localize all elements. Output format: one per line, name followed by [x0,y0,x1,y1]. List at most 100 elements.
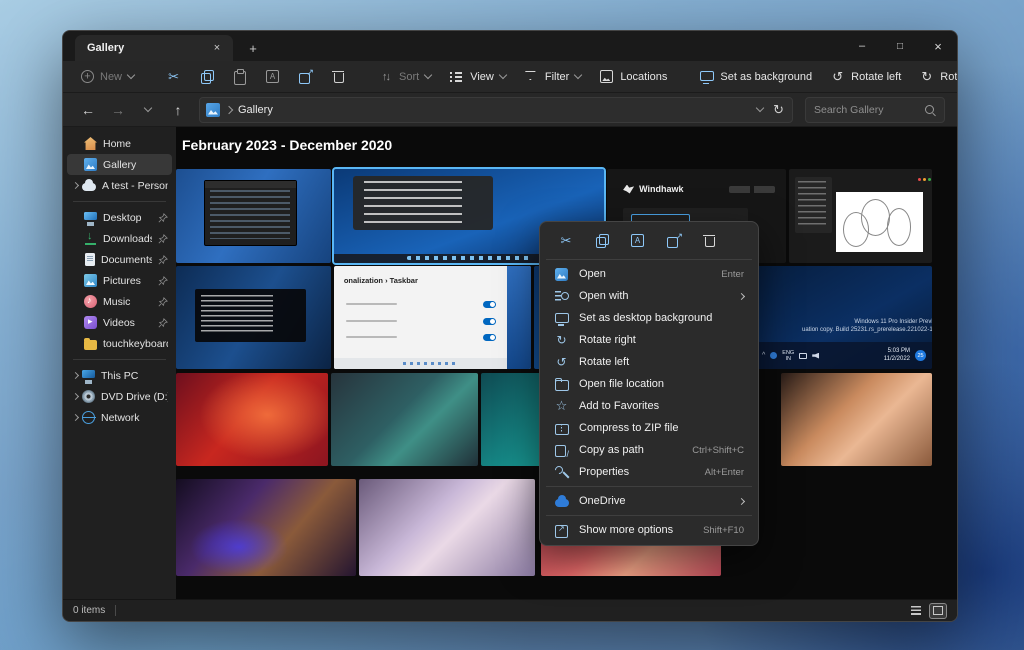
status-divider [115,605,116,616]
new-label: New [100,71,122,83]
details-view-button[interactable] [907,603,925,619]
expand-chevron-icon[interactable] [72,393,79,400]
details-view-icon [911,606,921,615]
window-controls [843,31,957,61]
sidebar-item-dvd-drive[interactable]: DVD Drive (D:) CCC [67,386,172,407]
menu-item-rotate-right[interactable]: Rotate right [544,329,754,351]
menu-item-open[interactable]: Open Enter [544,263,754,285]
paint-panel-art [795,177,832,233]
show-more-icon [554,523,569,538]
expand-chevron-icon[interactable] [72,372,79,379]
desktop-wallpaper: Gallery New [0,0,1024,650]
share-button[interactable] [290,64,321,89]
copy-button[interactable] [191,64,222,89]
sidebar-item-this-pc[interactable]: This PC [67,365,172,386]
large-thumbnails-view-button[interactable] [929,603,947,619]
up-button[interactable] [165,97,191,123]
rotate-right-label: Rotate right [940,71,958,83]
insider-taskbar-art: ^ ENG IN 5:03 PM 11/2/2022 25 [756,342,932,369]
maximize-button[interactable] [881,31,919,61]
sidebar-item-music[interactable]: Music [67,291,172,312]
tab-close-icon[interactable] [209,40,225,56]
tab-gallery[interactable]: Gallery [75,35,233,61]
menu-item-onedrive[interactable]: OneDrive [544,490,754,512]
new-tab-button[interactable] [241,37,265,59]
tray-chevron-icon: ^ [762,352,765,359]
sidebar-item-videos[interactable]: Videos [67,312,172,333]
thumbnail-insider-preview[interactable]: Windows 11 Pro Insider Previe uation cop… [756,266,932,369]
rename-button[interactable] [257,64,288,89]
search-input[interactable] [814,104,924,116]
expand-chevron-icon[interactable] [72,414,79,421]
cut-icon [166,69,181,84]
sidebar-item-gallery[interactable]: Gallery [67,154,172,175]
thumbnail-paint-ellipses[interactable] [789,169,932,263]
thumbnail-teal-dark-abstract[interactable] [331,373,478,466]
paste-button[interactable] [224,64,255,89]
downloads-icon [84,232,97,245]
menu-item-compress-to-zip[interactable]: Compress to ZIP file [544,417,754,439]
copy-icon[interactable] [594,233,610,249]
rotate-left-icon [830,69,845,84]
rename-icon[interactable] [630,233,646,249]
sidebar-item-pictures[interactable]: Pictures [67,270,172,291]
view-button[interactable]: View [441,64,514,89]
minimize-button[interactable] [843,31,881,61]
delete-button[interactable] [323,64,354,89]
tab-title: Gallery [87,42,209,54]
thumbnail-console-desktop[interactable] [176,266,331,369]
refresh-icon[interactable] [773,102,784,118]
close-button[interactable] [919,31,957,61]
menu-item-add-to-favorites[interactable]: Add to Favorites [544,395,754,417]
sidebar-divider [73,359,166,360]
menu-item-open-file-location[interactable]: Open file location [544,373,754,395]
set-as-background-button[interactable]: Set as background [691,64,820,89]
sidebar-item-home[interactable]: Home [67,133,172,154]
expand-chevron-icon[interactable] [72,182,79,189]
recent-locations-button[interactable] [135,97,161,123]
filter-icon [524,69,539,84]
sidebar-item-onedrive[interactable]: A test - Personal [67,175,172,196]
cut-icon[interactable] [558,233,574,249]
item-count: 0 items [73,605,105,616]
menu-item-open-with[interactable]: Open with [544,285,754,307]
plus-icon [81,70,94,83]
view-icon [449,69,464,84]
forward-button[interactable] [105,97,131,123]
sort-button[interactable]: Sort [370,64,439,89]
share-icon[interactable] [666,233,682,249]
breadcrumb[interactable]: Gallery [238,104,273,116]
sidebar-item-desktop[interactable]: Desktop [67,207,172,228]
back-button[interactable] [75,97,101,123]
menu-item-show-more-options[interactable]: Show more options Shift+F10 [544,519,754,541]
delete-icon[interactable] [702,233,718,249]
sidebar-item-touchkeyboard[interactable]: touchkeyboard [67,333,172,354]
menu-divider [546,515,752,516]
locations-button[interactable]: Locations [591,64,675,89]
context-menu: Open Enter Open with Set as desktop back… [539,221,759,546]
thumbnail-settings-taskbar[interactable]: onalization › Taskbar [334,266,531,369]
thumbnail-purple-wave[interactable] [176,479,356,576]
thumbnail-red-abstract[interactable] [176,373,328,466]
thumbnail-orange-abstract[interactable] [781,373,932,466]
menu-item-properties[interactable]: Properties Alt+Enter [544,461,754,483]
search-box[interactable] [805,97,945,123]
menu-item-rotate-left[interactable]: Rotate left [544,351,754,373]
console-art [195,289,307,343]
menu-item-set-as-desktop-background[interactable]: Set as desktop background [544,307,754,329]
set-as-background-label: Set as background [720,71,812,83]
sidebar-item-downloads[interactable]: Downloads [67,228,172,249]
rotate-left-button[interactable]: Rotate left [822,64,909,89]
thumbnail-lavender-wave[interactable] [359,479,535,576]
filter-button[interactable]: Filter [516,64,589,89]
menu-item-copy-as-path[interactable]: Copy as path Ctrl+Shift+C [544,439,754,461]
address-bar[interactable]: Gallery [199,97,793,123]
sidebar-item-documents[interactable]: Documents [67,249,172,270]
new-button[interactable]: New [73,65,142,88]
cut-button[interactable] [158,64,189,89]
rotate-right-button[interactable]: Rotate right [911,64,958,89]
thumbnail-taskmanager-desktop[interactable] [176,169,331,263]
gallery-location-icon [206,103,220,117]
address-dropdown-icon[interactable] [756,104,764,112]
sidebar-item-network[interactable]: Network [67,407,172,428]
